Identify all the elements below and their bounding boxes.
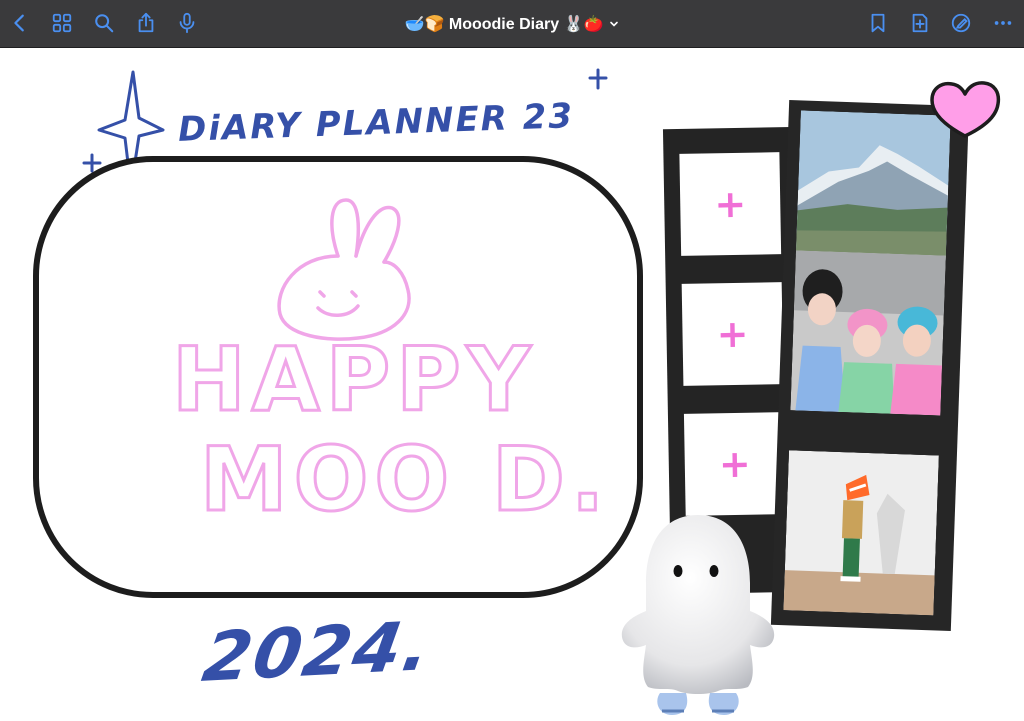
document-title-menu[interactable]: 🥣🍞 Mooodie Diary 🐰🍅 [405,14,620,34]
add-page-icon[interactable] [905,8,935,38]
back-chevron-icon[interactable] [5,8,35,38]
notebook-page[interactable]: DiARY PLANNER 23 HAPPY MOO D. 2024. + + … [0,48,1024,721]
photo-film-strip [770,100,970,631]
photo-slot[interactable]: + [683,412,786,516]
year-text: 2024. [197,607,438,698]
bookmark-icon[interactable] [863,8,893,38]
pencil-circle-icon[interactable] [946,8,976,38]
document-title: 🥣🍞 Mooodie Diary 🐰🍅 [404,15,604,33]
search-icon[interactable] [89,8,119,38]
ghost-figure-sticker [621,515,775,715]
plus-sparkle-icon [588,68,608,90]
toolbar: 🥣🍞 Mooodie Diary 🐰🍅 [0,0,1024,48]
traffic-cone-photo[interactable] [783,450,939,616]
heart-sticker-icon [930,81,1001,138]
mood-text: MOO D. [198,427,611,533]
more-icon[interactable] [988,8,1018,38]
happy-text: HAPPY [170,327,537,433]
chevron-down-icon [610,21,619,27]
diary-planner-heading: DiARY PLANNER 23 [177,96,575,150]
microphone-icon[interactable] [172,8,202,38]
group-photo[interactable] [790,250,946,416]
share-icon[interactable] [131,8,161,38]
grid-icon[interactable] [47,8,77,38]
photo-slot[interactable]: + [679,152,782,256]
photo-slot[interactable]: + [681,282,784,386]
bunny-doodle-icon [277,198,411,341]
